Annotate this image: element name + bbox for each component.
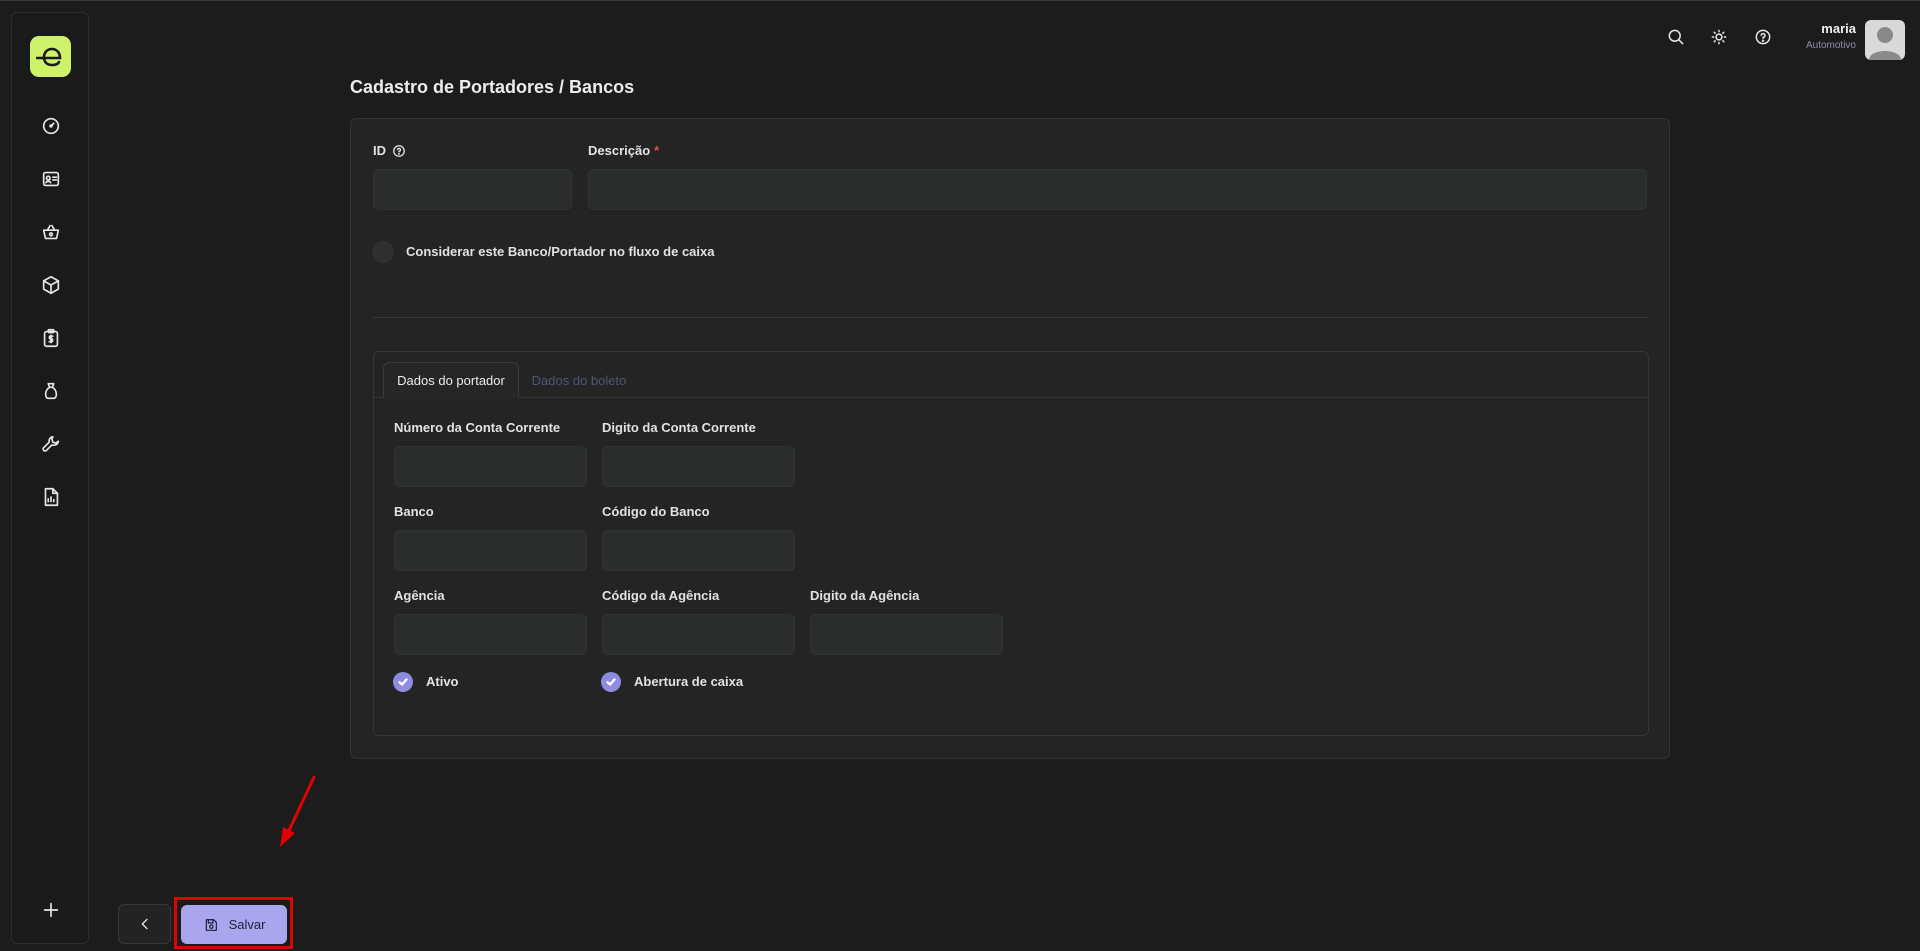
- page-title: Cadastro de Portadores / Bancos: [350, 77, 635, 97]
- annotation-arrow-icon: [280, 775, 316, 847]
- codigo-banco-label: Código do Banco: [602, 504, 710, 519]
- help-icon[interactable]: [1751, 25, 1775, 49]
- codigo-agencia-label: Código da Agência: [602, 588, 720, 603]
- theme-sun-icon[interactable]: [1707, 25, 1731, 49]
- window-top-border: [0, 0, 1920, 1]
- section-divider: [373, 317, 1649, 318]
- agencia-label: Agência: [394, 588, 445, 603]
- digito-agencia-label: Digito da Agência: [810, 588, 920, 603]
- box-icon[interactable]: [38, 272, 64, 298]
- plus-icon[interactable]: [38, 897, 64, 923]
- check-icon: [398, 678, 408, 686]
- fluxo-caixa-toggle[interactable]: [372, 241, 394, 263]
- descricao-label: Descrição *: [588, 143, 659, 158]
- fluxo-caixa-label: Considerar este Banco/Portador no fluxo …: [406, 244, 715, 259]
- descricao-label-text: Descrição: [588, 143, 651, 158]
- search-icon[interactable]: [1664, 25, 1688, 49]
- descricao-input[interactable]: [588, 169, 1647, 210]
- check-icon: [606, 678, 616, 686]
- id-input[interactable]: [373, 169, 572, 210]
- digito-conta-label: Digito da Conta Corrente: [602, 420, 756, 435]
- annotation-highlight-box: [174, 897, 293, 949]
- billing-clipboard-icon[interactable]: [38, 325, 64, 351]
- ativo-label: Ativo: [426, 674, 459, 689]
- form-card: ID Descrição * Considerar este Banco/Por…: [350, 118, 1670, 759]
- id-label: ID: [373, 143, 406, 158]
- report-document-icon[interactable]: [38, 484, 64, 510]
- required-asterisk: *: [654, 143, 660, 158]
- agencia-input[interactable]: [394, 614, 587, 655]
- banco-input[interactable]: [394, 530, 587, 571]
- tab-dados-portador[interactable]: Dados do portador: [383, 362, 519, 398]
- codigo-agencia-input[interactable]: [602, 614, 795, 655]
- id-label-text: ID: [373, 143, 386, 158]
- sidebar: [11, 12, 89, 944]
- e-logo-icon[interactable]: [30, 36, 71, 77]
- digito-agencia-input[interactable]: [810, 614, 1003, 655]
- tabs-panel: Dados do portador Dados do boleto Número…: [373, 351, 1649, 736]
- banco-label: Banco: [394, 504, 434, 519]
- abertura-caixa-checkbox[interactable]: [601, 672, 621, 692]
- user-silhouette-icon: [1869, 27, 1901, 60]
- contact-card-icon[interactable]: [38, 166, 64, 192]
- numero-conta-input[interactable]: [394, 446, 587, 487]
- money-bag-icon[interactable]: [38, 378, 64, 404]
- codigo-banco-input[interactable]: [602, 530, 795, 571]
- ativo-checkbox[interactable]: [393, 672, 413, 692]
- shopping-basket-icon[interactable]: [38, 219, 64, 245]
- avatar[interactable]: [1865, 20, 1905, 60]
- digito-conta-input[interactable]: [602, 446, 795, 487]
- abertura-caixa-label: Abertura de caixa: [634, 674, 744, 689]
- dashboard-gauge-icon[interactable]: [38, 113, 64, 139]
- wrench-icon[interactable]: [38, 431, 64, 457]
- chevron-left-icon: [141, 918, 148, 930]
- tab-dados-boleto[interactable]: Dados do boleto: [524, 362, 634, 398]
- help-icon[interactable]: [392, 144, 406, 158]
- back-button[interactable]: [118, 904, 171, 944]
- user-name[interactable]: maria: [1821, 21, 1856, 36]
- numero-conta-label: Número da Conta Corrente: [394, 420, 561, 435]
- user-company: Automotivo: [1805, 40, 1856, 51]
